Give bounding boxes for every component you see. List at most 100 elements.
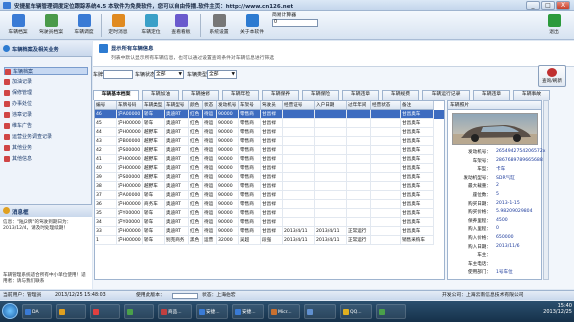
column-header[interactable]: 备注 (401, 101, 434, 110)
settings-button[interactable]: 系统设置 (205, 13, 233, 38)
column-header[interactable]: 车辆类型 (143, 101, 165, 110)
taskbar-item[interactable] (56, 304, 86, 319)
tab-9[interactable]: 车辆违章 (473, 90, 510, 100)
status-select[interactable]: 全部 ▼ (154, 70, 184, 79)
table-cell: 轿车 (143, 110, 165, 119)
exit-button[interactable]: 退出 (540, 13, 568, 38)
about-button[interactable]: 关于本软件 (238, 13, 266, 38)
table-cell: 待运 (203, 173, 217, 182)
nav-item-other-info[interactable]: 其他信息 (4, 155, 88, 163)
table-cell: 甘昌奥车 (401, 128, 434, 137)
vehicle-archive-button[interactable]: 车辆档案 (4, 13, 32, 38)
column-header[interactable]: 过年年间 (347, 101, 371, 110)
tab-4[interactable]: 车辆保养 (262, 90, 299, 100)
column-header[interactable]: 车架号 (239, 101, 261, 110)
column-header[interactable]: 颜色 (189, 101, 203, 110)
taskbar-item[interactable]: Micr... (268, 304, 300, 319)
table-cell: 红色 (189, 155, 203, 164)
nav-item-maintenance[interactable]: 保修管理 (4, 89, 88, 97)
table-cell: 零售商 (239, 155, 261, 164)
table-cell: 甘昌禄 (261, 209, 283, 218)
table-cell (315, 155, 347, 164)
table-cell (347, 218, 371, 227)
minimize-button[interactable]: _ (526, 1, 540, 10)
taskbar-item[interactable] (90, 304, 120, 319)
table-row[interactable]: 43 沪B00000 越野车 奥迪RT 红色 待运 90000 零售商 甘昌禄 甘昌奥车 (95, 137, 444, 146)
dispatch-button[interactable]: 车辆调度 (70, 13, 98, 38)
calculator-input[interactable]: 0 (272, 19, 318, 27)
taskbar-item[interactable]: 商品... (158, 304, 192, 319)
detail-field-label: 购入里程： (468, 227, 491, 233)
search-refresh-button[interactable]: 查询/刷新 (538, 65, 566, 87)
start-button[interactable] (2, 303, 18, 319)
tab-5[interactable]: 车辆保险 (302, 90, 339, 100)
app-icon (161, 309, 167, 315)
taskbar-item[interactable] (376, 304, 406, 319)
tab-8[interactable]: 车辆运行记录 (422, 90, 470, 100)
table-cell: 2013/4/11 (315, 227, 347, 236)
close-button[interactable]: X (556, 1, 570, 10)
table-cell: 零售商 (239, 191, 261, 200)
locate-button[interactable]: 车辆定位 (137, 13, 165, 38)
column-header[interactable]: 编号 (95, 101, 117, 110)
table-cell: 待运 (203, 119, 217, 128)
table-row[interactable]: 41 沪H00000 越野车 奥迪RT 红色 待运 90000 零售商 甘昌禄 甘昌奥车 (95, 155, 444, 164)
column-header[interactable]: 经营状态 (371, 101, 401, 110)
maximize-button[interactable]: □ (541, 1, 555, 10)
table-cell: 90000 (217, 173, 239, 182)
tab-1[interactable]: 车辆加油 (142, 90, 179, 100)
detail-field-label: 保养里程： (468, 218, 491, 224)
column-header[interactable]: 车辆型号 (165, 101, 189, 110)
taskbar-item[interactable] (124, 304, 154, 319)
column-header[interactable]: 驾驶员 (261, 101, 283, 110)
table-row[interactable]: 42 沪S00000 越野车 奥迪RT 红色 待运 90000 零售商 甘昌禄 甘昌奥车 (95, 146, 444, 155)
table-row[interactable]: 33 沪H00000 轿车 奥迪RT 红色 待运 90000 零售商 甘昌禄 2013/4/11 2… (95, 227, 444, 236)
table-row[interactable]: 37 沪A00000 轿车 奥迪RT 红色 待运 90000 零售商 甘昌禄 甘昌奥车 (95, 191, 444, 200)
table-cell: 越野车 (143, 182, 165, 191)
table-row[interactable]: 38 沪H00000 越野车 奥迪RT 红色 待运 90000 零售商 甘昌禄 甘昌奥车 (95, 182, 444, 191)
tab-6[interactable]: 车辆违章 (342, 90, 379, 100)
tab-2[interactable]: 车辆维修 (182, 90, 219, 100)
timed-message-button[interactable]: 定时消息 (104, 13, 132, 38)
driver-archive-button[interactable]: 驾驶员档案 (37, 13, 65, 38)
vertical-scrollbar[interactable] (543, 100, 549, 280)
nav-item-fuel-records[interactable]: 加油记录 (4, 78, 88, 86)
detail-field-label: 车主电话： (468, 261, 491, 267)
nav-item-violations[interactable]: 违章记录 (4, 111, 88, 119)
table-cell: 沪H00000 (117, 155, 143, 164)
column-header[interactable]: 入户日期 (315, 101, 347, 110)
taskbar-item[interactable]: QQ... (340, 304, 372, 319)
taskbar-item[interactable]: 安捷... (196, 304, 228, 319)
tab-0[interactable]: 车辆基本档案 (93, 90, 139, 100)
table-row[interactable]: 44 沪H00000 越野车 奥迪RT 红色 待运 90000 零售商 甘昌禄 甘昌奥车 (95, 128, 444, 137)
table-row[interactable]: 40 沪H00000 越野车 奥迪RT 红色 待运 90000 零售商 甘昌禄 甘昌奥车 (95, 164, 444, 173)
nav-item-survey[interactable]: 运营业务调查记录 (4, 133, 88, 141)
column-header[interactable]: 车牌号码 (117, 101, 143, 110)
board-button[interactable]: 查看看板 (167, 13, 195, 38)
nav-item-office[interactable]: 办事处位 (4, 100, 88, 108)
type-select[interactable]: 全部 ▼ (207, 70, 237, 79)
column-header[interactable]: 发动机号 (217, 101, 239, 110)
table-cell: 吴超 (239, 236, 261, 245)
table-row[interactable]: 36 沪H00000 商务车 奥迪RT 红色 待运 90000 零售商 甘昌禄 甘昌奥车 (95, 200, 444, 209)
column-header[interactable]: 状态 (203, 101, 217, 110)
column-header[interactable]: 经营证号 (283, 101, 315, 110)
table-row[interactable]: 1 沪H00000 轿车 别克商务 黑色 运营 32000 吴超 段强 2013/4/11 2013… (95, 236, 444, 245)
table-row[interactable]: 35 沪Y00000 轿车 奥迪RT 红色 待运 90000 零售商 甘昌禄 甘昌奥车 (95, 209, 444, 218)
nav-item-other-business[interactable]: 其他业务 (4, 144, 88, 152)
table-row[interactable]: 39 沪S00000 越野车 奥迪RT 红色 待运 90000 零售商 甘昌禄 甘昌奥车 (95, 173, 444, 182)
nav-item-ads[interactable]: 维车广告 (4, 122, 88, 130)
nav-item-vehicle-archive[interactable]: 车辆档案 (4, 67, 88, 75)
plate-input[interactable] (103, 70, 133, 79)
tab-7[interactable]: 车辆规费 (382, 90, 419, 100)
table-row[interactable]: 45 沪H00000 轿车 奥迪RT 红色 待运 90000 零售商 甘昌禄 甘昌奥车 (95, 119, 444, 128)
table-cell (347, 182, 371, 191)
taskbar-item[interactable]: DA (22, 304, 52, 319)
table-row[interactable]: 46 沪A00000 轿车 奥迪RT 红色 待运 90000 零售商 甘昌禄 甘昌奥车 (95, 110, 444, 119)
tab-3[interactable]: 车辆年检 (222, 90, 259, 100)
taskbar-item[interactable]: 安捷... (232, 304, 264, 319)
taskbar-item[interactable] (304, 304, 336, 319)
table-cell: 甘昌禄 (261, 155, 283, 164)
tab-10[interactable]: 车辆事故 (513, 90, 550, 100)
table-row[interactable]: 34 沪Y00000 轿车 奥迪RT 红色 待运 90000 零售商 甘昌禄 甘昌奥车 (95, 218, 444, 227)
